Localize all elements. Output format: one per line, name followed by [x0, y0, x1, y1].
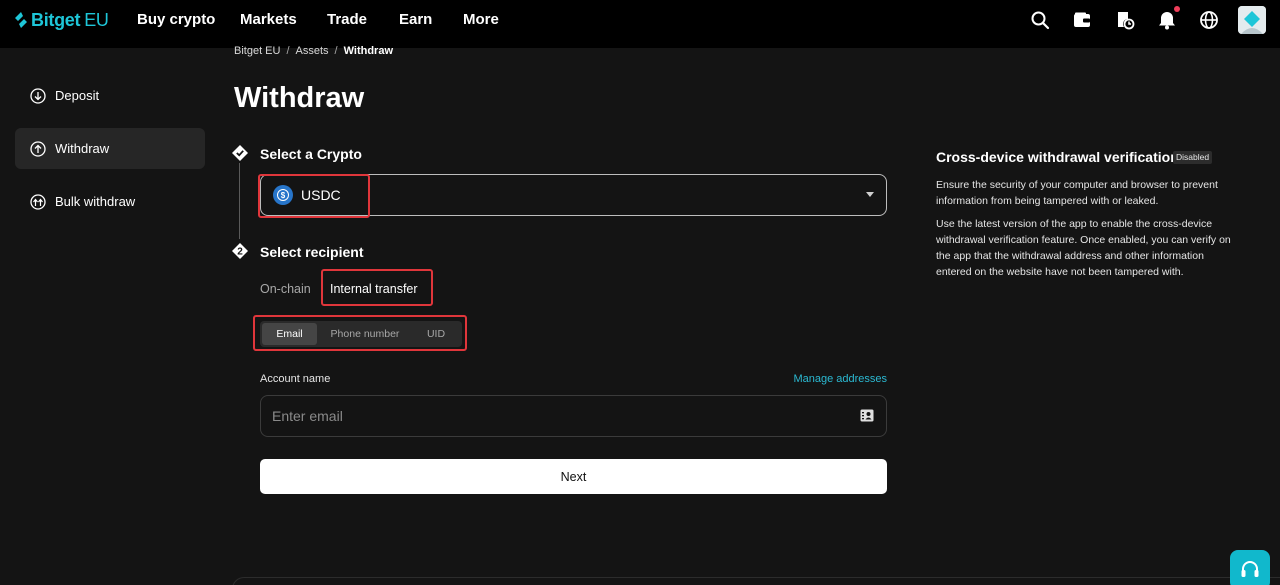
bell-icon[interactable]	[1157, 10, 1177, 30]
info-paragraph-app: Use the latest version of the app to ena…	[936, 218, 1231, 278]
globe-icon[interactable]	[1199, 10, 1219, 30]
info-title: Cross-device withdrawal verification	[936, 149, 1179, 165]
usdc-logo-icon: $	[277, 189, 289, 201]
tab-active-indicator	[368, 304, 381, 306]
headset-icon	[1241, 561, 1259, 577]
status-badge: Disabled	[1173, 151, 1213, 164]
svg-text:2: 2	[237, 247, 243, 258]
method-phone-number[interactable]: Phone number	[322, 323, 408, 345]
top-navbar: Bitget EU Buy crypto Markets Trade Earn M…	[0, 0, 1280, 48]
info-paragraph-security: Ensure the security of your computer and…	[936, 179, 1218, 207]
sidebar-item-label: Withdraw	[55, 141, 110, 156]
address-book-icon[interactable]	[860, 409, 874, 422]
email-input[interactable]	[260, 395, 887, 437]
bottom-section-edge	[232, 577, 1280, 585]
step-connector	[239, 163, 240, 239]
notification-dot	[1174, 6, 1180, 12]
wallet-icon[interactable]	[1072, 10, 1092, 30]
breadcrumb-bitget-eu[interactable]: Bitget EU	[234, 45, 280, 57]
bitget-logo[interactable]: Bitget EU	[14, 10, 109, 30]
sidebar-item-deposit[interactable]: Deposit	[15, 75, 205, 116]
double-arrow-up-circle-icon	[30, 193, 46, 210]
sidebar-item-label: Bulk withdraw	[55, 194, 136, 209]
avatar-icon	[1238, 6, 1266, 34]
support-chat-button[interactable]	[1230, 550, 1270, 585]
step-number-icon: 2	[232, 243, 248, 259]
breadcrumb: Bitget EU / Assets / Withdraw	[234, 45, 393, 57]
nav-markets[interactable]: Markets	[240, 11, 297, 28]
step-title-select-crypto: Select a Crypto	[260, 146, 362, 162]
step-title-select-recipient: Select recipient	[260, 244, 364, 260]
nav-earn[interactable]: Earn	[399, 11, 432, 28]
account-name-label: Account name	[260, 373, 331, 385]
nav-trade[interactable]: Trade	[327, 11, 367, 28]
crypto-select[interactable]: $ USDC	[260, 174, 887, 216]
recipient-method-selector: Email Phone number UID	[260, 321, 462, 347]
step-complete-icon	[232, 145, 248, 161]
sidebar-item-withdraw[interactable]: Withdraw	[15, 128, 205, 169]
nav-buy-crypto[interactable]: Buy crypto	[137, 11, 215, 28]
sidebar-item-label: Deposit	[55, 88, 100, 103]
svg-text:$: $	[281, 191, 286, 200]
chevron-down-icon	[866, 192, 874, 197]
breadcrumb-assets[interactable]: Assets	[296, 45, 329, 57]
breadcrumb-separator: /	[334, 45, 338, 57]
page-title: Withdraw	[234, 82, 365, 114]
logo-text: Bitget EU	[31, 9, 109, 30]
tab-on-chain[interactable]: On-chain	[260, 282, 311, 296]
arrow-up-circle-icon	[30, 140, 46, 157]
method-uid[interactable]: UID	[413, 323, 459, 345]
avatar[interactable]	[1238, 6, 1266, 34]
search-icon[interactable]	[1030, 10, 1050, 30]
orders-icon[interactable]	[1115, 10, 1135, 30]
bitget-logo-icon	[15, 12, 27, 28]
method-email[interactable]: Email	[262, 323, 317, 345]
sidebar-item-bulk-withdraw[interactable]: Bulk withdraw	[15, 181, 205, 222]
arrow-down-circle-icon	[30, 87, 46, 104]
manage-addresses-link[interactable]: Manage addresses	[793, 373, 887, 385]
tab-internal-transfer[interactable]: Internal transfer	[330, 282, 418, 296]
selected-crypto: USDC	[301, 187, 341, 203]
next-button[interactable]: Next	[260, 459, 887, 494]
breadcrumb-withdraw: Withdraw	[343, 45, 394, 57]
breadcrumb-separator: /	[286, 45, 290, 57]
usdc-coin-icon: $	[273, 185, 293, 205]
nav-more[interactable]: More	[463, 11, 499, 28]
